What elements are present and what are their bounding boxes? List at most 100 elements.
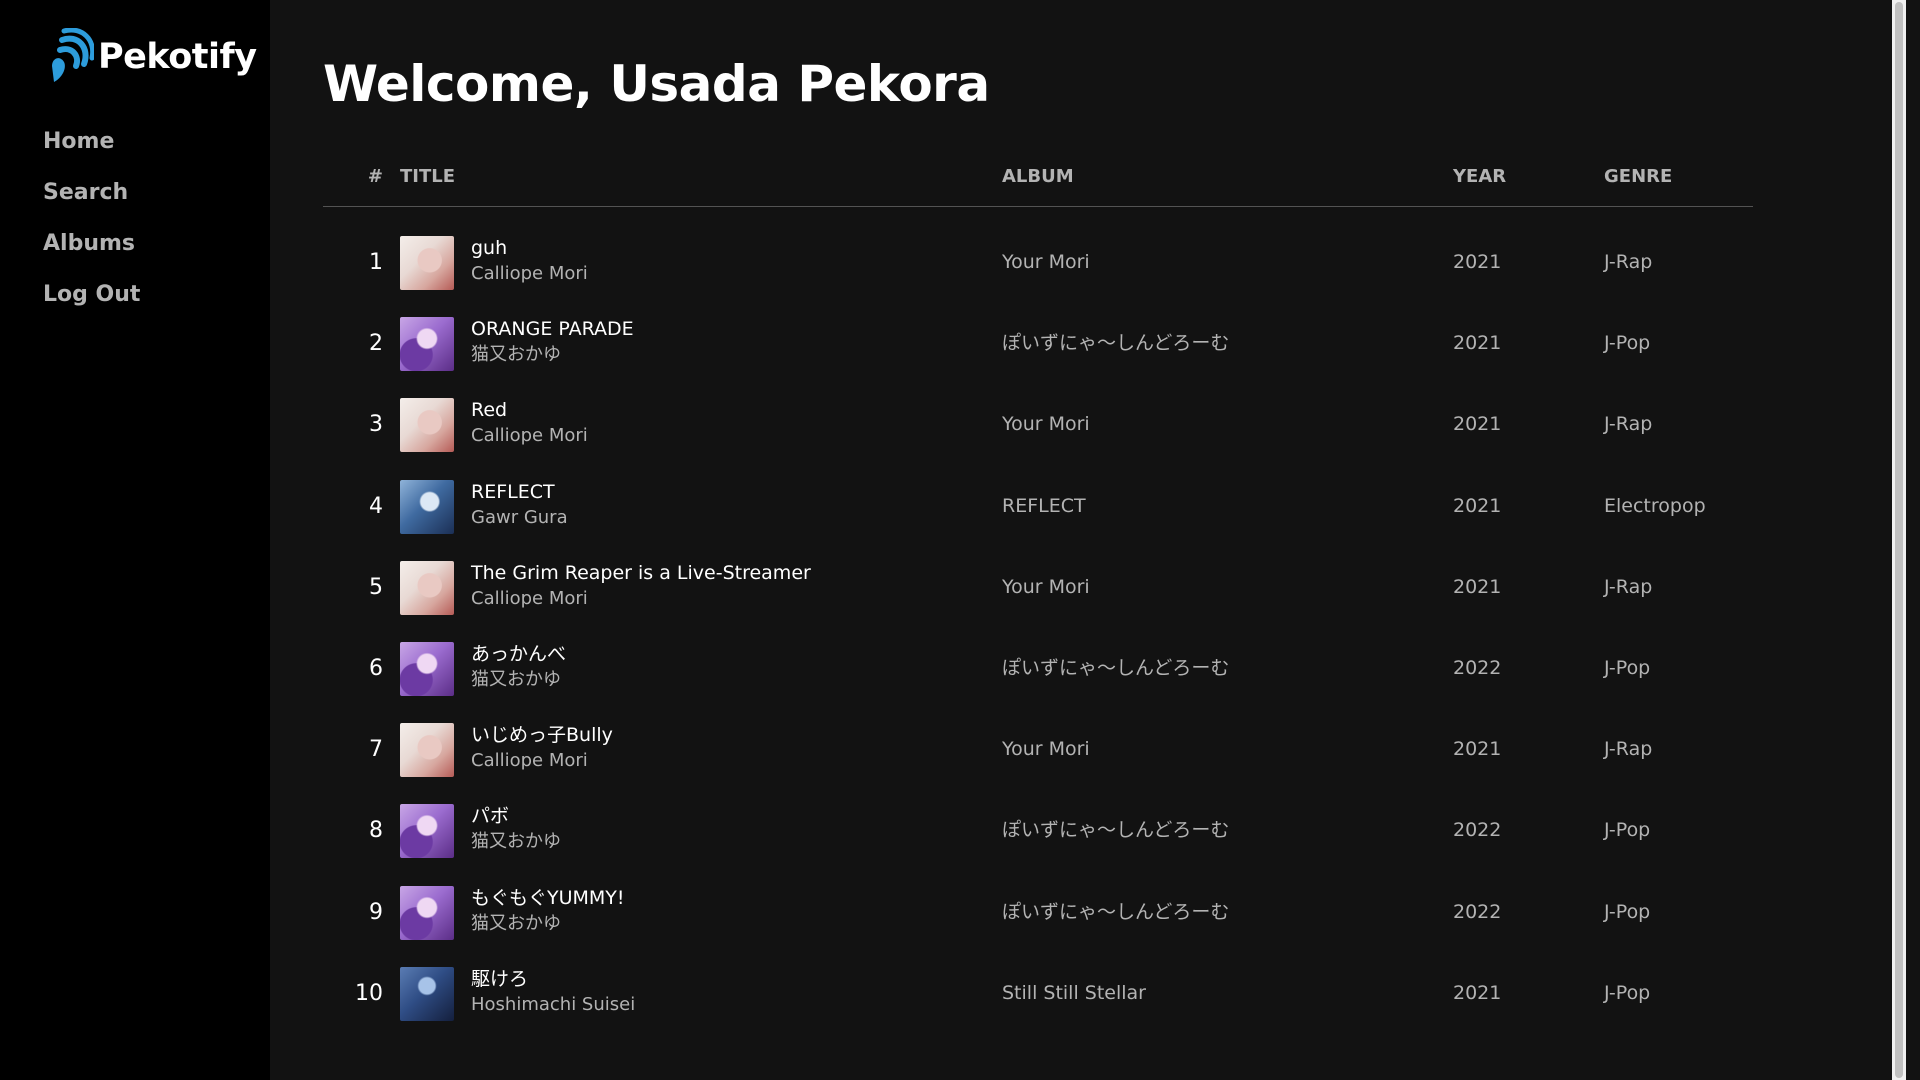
column-header-number: # [367, 166, 383, 187]
track-title: パボ [471, 805, 510, 828]
track-artist: Calliope Mori [471, 425, 588, 447]
track-genre: J-Pop [1604, 900, 1651, 923]
table-row[interactable]: 5 The Grim Reaper is a Live-Streamer Cal… [323, 547, 1753, 628]
track-genre: J-Rap [1604, 575, 1653, 598]
table-row[interactable]: 7 いじめっ子Bully Calliope Mori Your Mori 202… [323, 709, 1753, 790]
track-title: あっかんべ [471, 642, 567, 665]
column-header-title: TITLE [400, 166, 456, 187]
column-header-album: ALBUM [1002, 166, 1074, 187]
track-year: 2021 [1453, 413, 1502, 436]
track-artist: 猫又おかゆ [471, 668, 561, 690]
track-title: REFLECT [471, 480, 555, 503]
track-title: いじめっ子Bully [471, 724, 613, 747]
track-title-block: Red Calliope Mori [471, 396, 588, 448]
track-genre: J-Rap [1604, 738, 1653, 761]
track-title: Red [471, 399, 508, 422]
table-row[interactable]: 1 guh Calliope Mori Your Mori 2021 J-Rap [323, 222, 1753, 303]
table-row[interactable]: 2 ORANGE PARADE 猫又おかゆ ぽいずにゃ〜しんどろーむ 2021 … [323, 303, 1753, 384]
album-cover [400, 723, 454, 778]
album-cover [400, 966, 454, 1021]
column-header-year: YEAR [1453, 166, 1507, 187]
track-album: ぽいずにゃ〜しんどろーむ [1002, 900, 1230, 923]
track-title: The Grim Reaper is a Live-Streamer [471, 561, 811, 584]
page-title: Welcome, Usada Pekora [323, 55, 990, 113]
table-header: # TITLE ALBUM YEAR GENRE [323, 160, 1753, 207]
vertical-scrollbar[interactable] [1892, 0, 1906, 1080]
sidebar: Pekotify Home Search Albums Log Out [0, 0, 270, 1080]
track-genre: J-Rap [1604, 251, 1653, 273]
track-year: 2022 [1453, 656, 1502, 679]
track-genre: J-Rap [1604, 413, 1653, 436]
track-year: 2022 [1453, 819, 1502, 842]
track-title: guh [471, 237, 508, 259]
track-year: 2021 [1453, 575, 1502, 598]
track-title: 駆けろ [471, 967, 529, 990]
table-row[interactable]: 10 駆けろ Hoshimachi Suisei Still Still Ste… [323, 953, 1753, 1034]
track-number: 8 [369, 818, 383, 844]
album-cover [400, 398, 454, 453]
album-cover [400, 317, 454, 372]
sidebar-item-albums[interactable]: Albums [43, 224, 140, 275]
table-row[interactable]: 9 もぐもぐYUMMY! 猫又おかゆ ぽいずにゃ〜しんどろーむ 2022 J-P… [323, 872, 1753, 953]
sidebar-nav: Home Search Albums Log Out [43, 122, 140, 326]
track-number: 9 [369, 899, 383, 925]
sidebar-item-search[interactable]: Search [43, 173, 140, 224]
track-title-block: guh Calliope Mori [471, 234, 588, 286]
track-artist: Calliope Mori [471, 587, 588, 609]
table-row[interactable]: 4 REFLECT Gawr Gura REFLECT 2021 Electro… [323, 466, 1753, 547]
track-album: Your Mori [1002, 738, 1090, 761]
track-number: 4 [369, 493, 383, 519]
track-number: 7 [369, 737, 383, 763]
track-album: ぽいずにゃ〜しんどろーむ [1002, 656, 1230, 679]
track-year: 2021 [1453, 494, 1502, 517]
track-title-block: パボ 猫又おかゆ [471, 802, 561, 854]
track-number: 6 [369, 655, 383, 681]
table-row[interactable]: 6 あっかんべ 猫又おかゆ ぽいずにゃ〜しんどろーむ 2022 J-Pop [323, 628, 1753, 709]
track-list: 1 guh Calliope Mori Your Mori 2021 J-Rap… [323, 222, 1753, 1034]
album-cover [400, 641, 454, 696]
table-row[interactable]: 3 Red Calliope Mori Your Mori 2021 J-Rap [323, 384, 1753, 465]
track-title: ORANGE PARADE [471, 318, 634, 341]
album-cover [400, 885, 454, 940]
sidebar-item-log-out[interactable]: Log Out [43, 275, 140, 326]
track-number: 10 [355, 980, 383, 1006]
scrollbar-thumb[interactable] [1895, 2, 1903, 1078]
track-year: 2021 [1453, 981, 1502, 1004]
track-title-block: The Grim Reaper is a Live-Streamer Calli… [471, 559, 811, 611]
track-artist: Hoshimachi Suisei [471, 993, 636, 1015]
track-album: Your Mori [1002, 413, 1090, 436]
track-title-block: もぐもぐYUMMY! 猫又おかゆ [471, 884, 625, 936]
track-genre: Electropop [1604, 494, 1706, 517]
track-year: 2022 [1453, 900, 1502, 923]
album-cover [400, 236, 454, 290]
track-genre: J-Pop [1604, 332, 1651, 355]
album-cover [400, 560, 454, 615]
album-cover [400, 479, 454, 534]
track-year: 2021 [1453, 251, 1502, 273]
app-name: Pekotify [98, 37, 257, 77]
album-cover [400, 804, 454, 859]
app-window: Pekotify Home Search Albums Log Out Welc… [0, 0, 1920, 1080]
track-artist: Gawr Gura [471, 506, 568, 528]
track-title-block: REFLECT Gawr Gura [471, 478, 568, 530]
track-genre: J-Pop [1604, 819, 1651, 842]
track-genre: J-Pop [1604, 656, 1651, 679]
track-year: 2021 [1453, 738, 1502, 761]
track-year: 2021 [1453, 332, 1502, 355]
track-album: Your Mori [1002, 575, 1090, 598]
track-artist: 猫又おかゆ [471, 912, 561, 934]
track-genre: J-Pop [1604, 981, 1651, 1004]
track-album: ぽいずにゃ〜しんどろーむ [1002, 819, 1230, 842]
track-number: 1 [369, 250, 383, 275]
app-logo[interactable]: Pekotify [46, 28, 257, 86]
track-title-block: ORANGE PARADE 猫又おかゆ [471, 315, 634, 367]
track-album: Still Still Stellar [1002, 981, 1146, 1004]
sidebar-item-home[interactable]: Home [43, 122, 140, 173]
table-row[interactable]: 8 パボ 猫又おかゆ ぽいずにゃ〜しんどろーむ 2022 J-Pop [323, 790, 1753, 871]
main-content: Welcome, Usada Pekora # TITLE ALBUM YEAR… [270, 0, 1906, 1080]
track-number: 5 [369, 574, 383, 600]
track-album: ぽいずにゃ〜しんどろーむ [1002, 332, 1230, 355]
track-artist: Calliope Mori [471, 750, 588, 772]
sound-wave-icon [46, 28, 94, 86]
track-title-block: あっかんべ 猫又おかゆ [471, 640, 566, 692]
